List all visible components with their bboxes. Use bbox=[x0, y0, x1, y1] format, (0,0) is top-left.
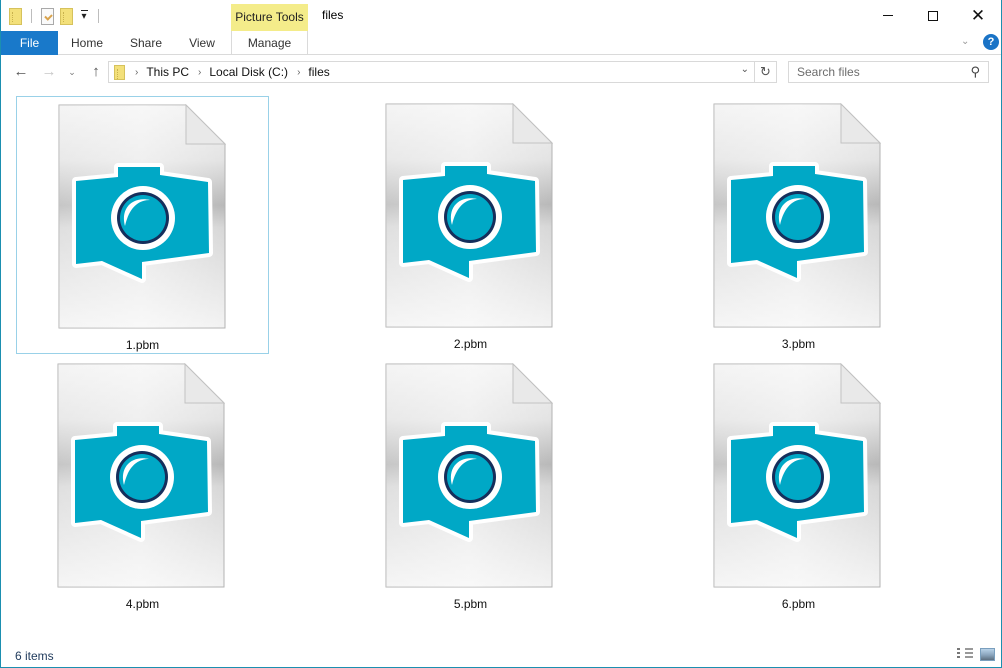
file-name[interactable]: 4.pbm bbox=[16, 597, 269, 611]
breadcrumb-files[interactable]: files bbox=[308, 65, 329, 79]
properties-icon[interactable] bbox=[41, 7, 54, 25]
title-bar: ▾ Picture Tools files ✕ bbox=[1, 0, 1001, 31]
address-bar[interactable]: › This PC › Local Disk (C:) › files ⌄ bbox=[108, 61, 755, 83]
file-item[interactable]: 2.pbm bbox=[344, 96, 597, 354]
qat-separator bbox=[31, 9, 32, 23]
file-item[interactable]: 5.pbm bbox=[344, 356, 597, 614]
ribbon-tabs: File Home Share View Manage ⌄ ? bbox=[1, 31, 1001, 55]
file-name[interactable]: 2.pbm bbox=[344, 337, 597, 351]
file-name[interactable]: 5.pbm bbox=[344, 597, 597, 611]
recent-locations-chevron-icon[interactable]: ⌄ bbox=[65, 62, 79, 82]
file-name[interactable]: 1.pbm bbox=[17, 338, 268, 352]
close-icon: ✕ bbox=[970, 6, 986, 25]
file-list-view: 1.pbm 2.pbm 3.pbm 4.pbm 5.pbm 6.pbm bbox=[1, 88, 1001, 638]
quick-access-toolbar: ▾ bbox=[9, 6, 102, 26]
search-box[interactable]: ⚲ bbox=[788, 61, 989, 83]
expand-ribbon-icon[interactable]: ⌄ bbox=[961, 36, 969, 47]
tab-share[interactable]: Share bbox=[119, 31, 173, 55]
tab-home[interactable]: Home bbox=[61, 31, 113, 55]
file-name[interactable]: 3.pbm bbox=[672, 337, 925, 351]
navigation-bar: ← → ⌄ ↑ › This PC › Local Disk (C:) › fi… bbox=[1, 56, 1001, 88]
minimize-icon bbox=[883, 15, 893, 16]
item-count: 6 items bbox=[15, 649, 54, 663]
minimize-button[interactable] bbox=[865, 0, 911, 31]
qat-separator bbox=[98, 9, 99, 23]
pbm-file-icon bbox=[385, 103, 553, 328]
maximize-button[interactable] bbox=[910, 0, 956, 31]
refresh-icon[interactable]: ↻ bbox=[755, 61, 777, 83]
chevron-right-icon[interactable]: › bbox=[198, 67, 201, 78]
chevron-right-icon[interactable]: › bbox=[135, 67, 138, 78]
search-icon[interactable]: ⚲ bbox=[970, 64, 980, 80]
picture-tools-context-label: Picture Tools bbox=[231, 4, 308, 31]
pbm-file-icon bbox=[57, 363, 225, 588]
close-button[interactable]: ✕ bbox=[955, 0, 1001, 31]
maximize-icon bbox=[928, 10, 938, 21]
breadcrumb-this-pc[interactable]: This PC bbox=[146, 65, 189, 79]
address-history-chevron-icon[interactable]: ⌄ bbox=[741, 64, 749, 75]
large-icons-view-icon[interactable] bbox=[980, 648, 995, 661]
new-folder-icon[interactable] bbox=[60, 7, 73, 25]
status-bar: 6 items bbox=[1, 644, 1001, 667]
folder-icon bbox=[114, 64, 125, 80]
customize-qat-dropdown-icon[interactable]: ▾ bbox=[79, 10, 89, 22]
pbm-file-icon bbox=[385, 363, 553, 588]
window-title: files bbox=[322, 8, 344, 22]
tab-view[interactable]: View bbox=[179, 31, 225, 55]
search-input[interactable] bbox=[789, 62, 959, 82]
folder-icon[interactable] bbox=[9, 7, 22, 25]
up-arrow-icon[interactable]: ↑ bbox=[87, 62, 105, 82]
file-item[interactable]: 3.pbm bbox=[672, 96, 925, 354]
file-explorer-window: ▾ Picture Tools files ✕ File Home Share … bbox=[0, 0, 1002, 668]
file-item[interactable]: 1.pbm bbox=[16, 96, 269, 354]
forward-arrow-icon[interactable]: → bbox=[39, 62, 59, 82]
file-name[interactable]: 6.pbm bbox=[672, 597, 925, 611]
file-item[interactable]: 6.pbm bbox=[672, 356, 925, 614]
details-view-icon[interactable] bbox=[957, 648, 973, 662]
pbm-file-icon bbox=[713, 363, 881, 588]
file-item[interactable]: 4.pbm bbox=[16, 356, 269, 614]
back-arrow-icon[interactable]: ← bbox=[11, 62, 31, 82]
breadcrumb-local-disk[interactable]: Local Disk (C:) bbox=[209, 65, 288, 79]
pbm-file-icon bbox=[58, 104, 226, 329]
tab-file[interactable]: File bbox=[1, 31, 58, 55]
help-icon[interactable]: ? bbox=[983, 34, 999, 50]
pbm-file-icon bbox=[713, 103, 881, 328]
tab-manage[interactable]: Manage bbox=[231, 31, 308, 55]
chevron-right-icon[interactable]: › bbox=[297, 67, 300, 78]
